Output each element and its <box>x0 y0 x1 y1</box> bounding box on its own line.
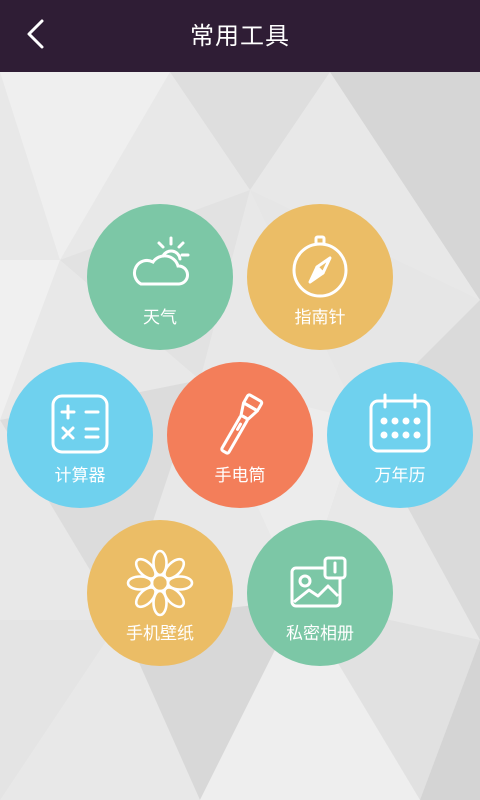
tool-label: 计算器 <box>54 466 106 486</box>
flower-icon <box>125 548 195 618</box>
compass-icon <box>285 232 355 302</box>
tool-label: 万年历 <box>374 466 426 486</box>
tool-private-album[interactable]: 私密相册 <box>247 520 393 666</box>
tool-flashlight[interactable]: 手电筒 <box>167 362 313 508</box>
page-title: 常用工具 <box>190 22 290 50</box>
tool-label: 手电筒 <box>214 466 266 486</box>
tool-compass[interactable]: 指南针 <box>247 204 393 350</box>
tool-label: 指南针 <box>294 308 346 328</box>
tool-label: 私密相册 <box>286 624 354 644</box>
tool-weather[interactable]: 天气 <box>87 204 233 350</box>
photo-album-icon <box>285 548 355 618</box>
tool-label: 手机壁纸 <box>126 624 194 644</box>
tool-calculator[interactable]: 计算器 <box>7 362 153 508</box>
calendar-icon <box>365 390 435 460</box>
tool-wallpaper[interactable]: 手机壁纸 <box>87 520 233 666</box>
tool-label: 天气 <box>143 308 177 328</box>
app-header: 常用工具 <box>0 0 480 72</box>
weather-icon <box>125 232 195 302</box>
calculator-icon <box>45 390 115 460</box>
flashlight-icon <box>205 390 275 460</box>
tool-calendar[interactable]: 万年历 <box>327 362 473 508</box>
